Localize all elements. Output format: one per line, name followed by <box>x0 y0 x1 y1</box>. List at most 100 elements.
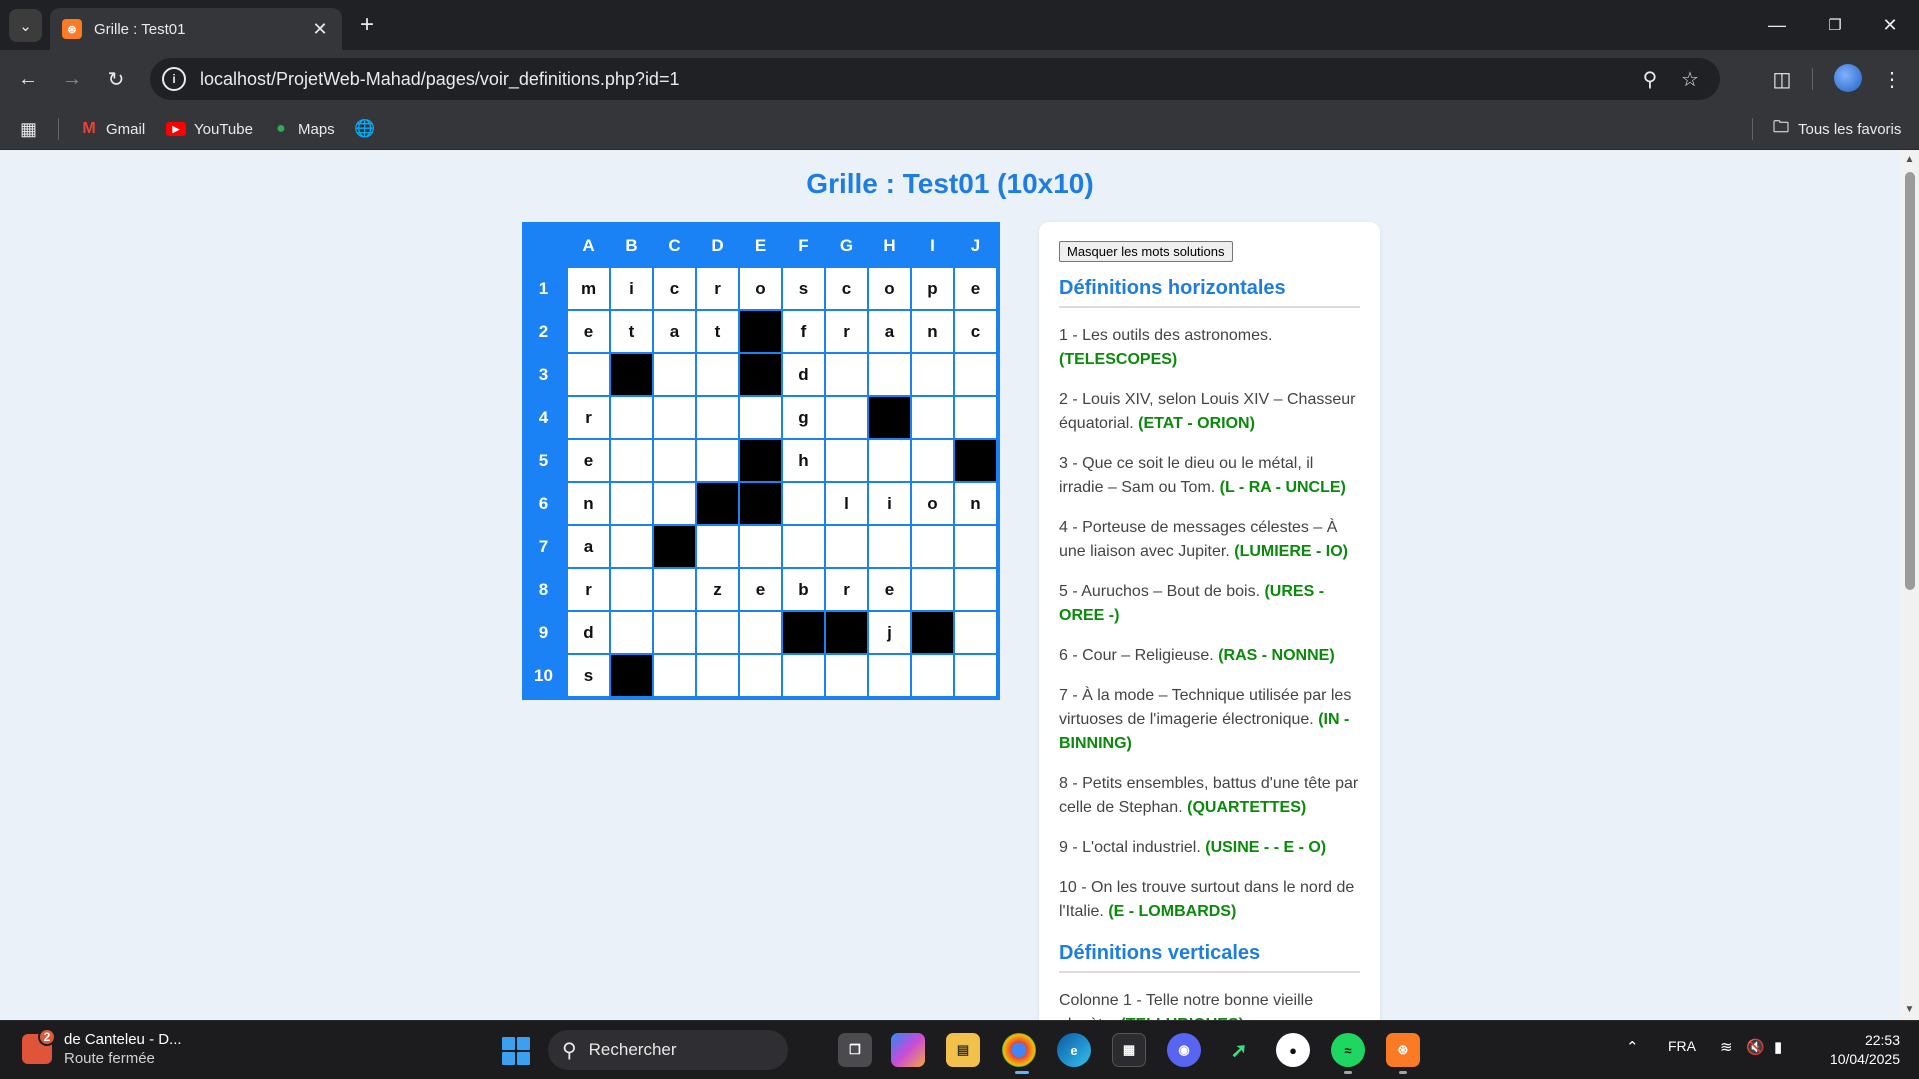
definition-item: 7 - À la mode – Technique utilisée par l… <box>1059 684 1360 756</box>
column-header: J <box>970 235 981 255</box>
bookmark-star-icon[interactable]: ☆ <box>1670 67 1710 92</box>
battery-icon[interactable]: ▮ <box>1774 1038 1782 1056</box>
scroll-down-arrow-icon[interactable]: ▼ <box>1904 1004 1915 1015</box>
xampp-icon[interactable]: ⊛ <box>1386 1033 1420 1067</box>
grid-cell <box>911 396 954 439</box>
toggle-solutions-button[interactable]: Masquer les mots solutions <box>1059 241 1233 262</box>
scroll-up-arrow-icon[interactable]: ▲ <box>1904 154 1915 165</box>
restore-icon[interactable]: ❐ <box>1806 0 1864 50</box>
horizontal-definitions-list: 1 - Les outils des astronomes. (TELESCOP… <box>1059 324 1360 924</box>
profile-avatar[interactable] <box>1834 64 1862 92</box>
url-text[interactable]: localhost/ProjetWeb-Mahad/pages/voir_def… <box>200 69 1630 90</box>
clock-time: 22:53 <box>1864 1032 1900 1048</box>
solution-word: (TELESCOPES) <box>1059 351 1178 368</box>
bookmark-maps[interactable]: ● Maps <box>272 116 335 142</box>
definition-text: 6 - Cour – Religieuse. <box>1059 647 1214 664</box>
clock-date: 10/04/2025 <box>1829 1051 1900 1067</box>
grid-cell <box>653 568 696 611</box>
task-view-icon[interactable]: ❐ <box>838 1033 872 1067</box>
grid-cell: n <box>911 310 954 353</box>
black-cell <box>610 353 653 396</box>
tab-search-chevron-icon[interactable]: ⌄ <box>9 9 42 42</box>
microsoft-store-icon[interactable]: ▦ <box>1112 1033 1146 1067</box>
grid-cell: t <box>696 310 739 353</box>
black-cell <box>739 439 782 482</box>
grid-cell: a <box>653 310 696 353</box>
column-header: G <box>839 235 854 255</box>
solution-word: (E - LOMBARDS) <box>1108 903 1237 920</box>
definition-text: 1 - Les outils des astronomes. <box>1059 327 1273 344</box>
bookmark-label: Gmail <box>106 120 146 138</box>
black-cell <box>739 310 782 353</box>
zoom-icon[interactable]: ⚲ <box>1630 67 1670 92</box>
row-header: 4 <box>538 407 549 427</box>
scrollbar-thumb[interactable] <box>1905 172 1915 590</box>
wifi-icon[interactable]: ≋ <box>1720 1038 1733 1056</box>
grid-cell <box>954 568 997 611</box>
system-clock[interactable]: 22:53 10/04/2025 <box>1814 1031 1900 1069</box>
bookmark-youtube[interactable]: ▶ YouTube <box>166 116 253 142</box>
stocks-chart-icon[interactable]: ➚ <box>1222 1033 1256 1067</box>
extensions-puzzle-icon[interactable]: ◫ <box>1766 63 1798 95</box>
solution-word: (USINE - - E - O) <box>1205 839 1327 856</box>
grid-cell <box>868 525 911 568</box>
windows-start-icon[interactable] <box>502 1037 530 1065</box>
spotify-icon[interactable]: ≈ <box>1331 1033 1365 1067</box>
row-header: 9 <box>538 622 549 642</box>
active-tab[interactable]: ⊛ Grille : Test01 ✕ <box>50 8 342 50</box>
grid-cell <box>653 396 696 439</box>
chrome-icon[interactable] <box>1002 1033 1036 1067</box>
new-tab-plus-icon[interactable]: + <box>352 10 382 40</box>
grid-cell: i <box>610 267 653 310</box>
speaker-muted-icon[interactable]: 🔇 <box>1746 1038 1765 1056</box>
copilot-icon[interactable] <box>891 1033 925 1067</box>
apps-grid-icon[interactable]: ▦ <box>20 116 37 142</box>
grid-cell <box>954 654 997 697</box>
grid-cell <box>868 439 911 482</box>
grid-cell <box>653 482 696 525</box>
bookmarks-bar: ▦ M Gmail ▶ YouTube ● Maps 🌐 🗀 Tous les … <box>0 108 1919 150</box>
minimize-icon[interactable]: — <box>1748 0 1806 50</box>
address-bar[interactable]: i localhost/ProjetWeb-Mahad/pages/voir_d… <box>150 58 1720 100</box>
taskbar-search[interactable]: ⚲ Rechercher <box>548 1030 788 1070</box>
definition-text: 7 - À la mode – Technique utilisée par l… <box>1059 687 1352 728</box>
language-indicator[interactable]: FRA <box>1668 1038 1696 1054</box>
bookmark-globe[interactable]: 🌐 <box>354 116 382 142</box>
grid-cell: g <box>782 396 825 439</box>
forward-arrow-icon[interactable]: → <box>56 63 88 95</box>
grid-cell: o <box>911 482 954 525</box>
github-icon[interactable]: ● <box>1276 1033 1310 1067</box>
window-close-icon[interactable]: ✕ <box>1861 0 1919 50</box>
page-scrollbar[interactable]: ▲ ▼ <box>1900 150 1919 1020</box>
reload-icon[interactable]: ↻ <box>100 63 132 95</box>
page-viewport: Grille : Test01 (10x10) ABCDEFGHIJ1micro… <box>0 150 1900 1020</box>
file-explorer-icon[interactable]: ▤ <box>946 1033 980 1067</box>
column-header: F <box>798 235 809 255</box>
all-bookmarks-folder[interactable]: 🗀 Tous les favoris <box>1772 116 1901 142</box>
grid-cell: e <box>567 310 610 353</box>
site-info-icon[interactable]: i <box>162 67 186 91</box>
definition-item: 2 - Louis XIV, selon Louis XIV – Chasseu… <box>1059 388 1360 436</box>
grid-cell <box>868 654 911 697</box>
folder-icon: 🗀 <box>1772 118 1789 136</box>
grid-cell <box>782 482 825 525</box>
weather-widget[interactable]: 2 de Canteleu - D... Route fermée <box>22 1028 182 1068</box>
toolbar-divider <box>1812 68 1813 90</box>
widget-subtitle: Route fermée <box>64 1050 155 1067</box>
grid-cell <box>911 353 954 396</box>
back-arrow-icon[interactable]: ← <box>12 63 44 95</box>
edge-icon[interactable]: e <box>1057 1033 1091 1067</box>
discord-icon[interactable]: ◉ <box>1167 1033 1201 1067</box>
black-cell <box>739 353 782 396</box>
definition-item: 6 - Cour – Religieuse. (RAS - NONNE) <box>1059 644 1360 668</box>
grid-cell <box>954 525 997 568</box>
menu-kebab-icon[interactable]: ⋮ <box>1876 63 1908 95</box>
tray-chevron-up-icon[interactable]: ⌃ <box>1626 1038 1639 1056</box>
tab-close-icon[interactable]: ✕ <box>310 19 330 40</box>
grid-cell <box>567 353 610 396</box>
row-header: 3 <box>538 364 549 384</box>
grid-cell <box>911 525 954 568</box>
vertical-definitions-list: Colonne 1 - Telle notre bonne vieille pl… <box>1059 989 1360 1020</box>
grid-cell: e <box>954 267 997 310</box>
bookmark-gmail[interactable]: M Gmail <box>80 116 145 142</box>
